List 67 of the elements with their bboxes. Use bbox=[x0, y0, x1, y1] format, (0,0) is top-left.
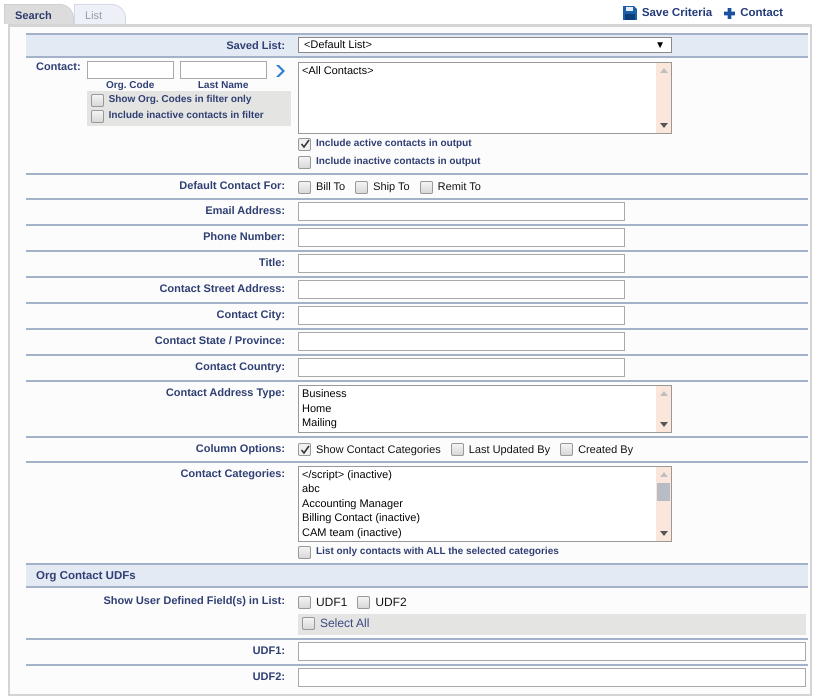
field-label: Contact State / Province: bbox=[154, 334, 285, 349]
checkbox[interactable]: Include active contacts in output bbox=[298, 136, 472, 152]
toolbar-link[interactable]: Save Criteria bbox=[622, 6, 712, 20]
field-label: UDF1: bbox=[252, 644, 285, 658]
chevron-right-icon[interactable] bbox=[274, 65, 285, 77]
checkbox[interactable]: Show Org. Codes in filter only bbox=[90, 92, 291, 108]
checkmark-icon bbox=[300, 444, 310, 454]
checkbox[interactable]: Include inactive contacts in filter bbox=[90, 108, 291, 124]
section-title: Org Contact UDFs bbox=[36, 570, 136, 582]
field-label: Column Options: bbox=[194, 442, 285, 456]
checkbox[interactable]: Remit To bbox=[420, 179, 481, 195]
input-field[interactable] bbox=[86, 61, 174, 79]
field-label: Contact City: bbox=[216, 308, 285, 323]
saved-list-dropdown[interactable]: <Default List> ▼ bbox=[298, 37, 672, 53]
input-field[interactable] bbox=[298, 332, 625, 351]
scrollbar[interactable] bbox=[656, 386, 671, 432]
checkbox[interactable]: Show Contact Categories bbox=[298, 442, 441, 458]
checkbox[interactable]: Include inactive contacts in output bbox=[298, 154, 480, 170]
input-field[interactable] bbox=[298, 202, 625, 221]
checkbox[interactable]: Select All bbox=[302, 615, 370, 631]
field-caption: Last Name bbox=[198, 80, 248, 91]
toolbar-link[interactable]: Contact bbox=[724, 6, 783, 20]
input-field[interactable] bbox=[298, 254, 625, 273]
input-field[interactable] bbox=[298, 280, 625, 299]
field-label: Show User Defined Field(s) in List: bbox=[102, 594, 285, 609]
checkbox[interactable]: Created By bbox=[560, 442, 634, 458]
checkbox[interactable]: UDF2 bbox=[357, 594, 407, 610]
checkmark-icon bbox=[300, 139, 310, 149]
list-item[interactable]: Home bbox=[302, 402, 347, 416]
scrollbar[interactable] bbox=[656, 466, 671, 541]
input-field[interactable] bbox=[298, 228, 625, 247]
field-label: Contact Street Address: bbox=[158, 282, 285, 297]
field-label: Saved List: bbox=[225, 39, 285, 53]
input-field[interactable] bbox=[298, 358, 625, 377]
field-label: Phone Number: bbox=[202, 230, 285, 245]
input-field[interactable] bbox=[298, 306, 625, 325]
input-field[interactable] bbox=[298, 642, 806, 660]
tab[interactable]: Search bbox=[4, 4, 74, 24]
checkbox[interactable]: Ship To bbox=[355, 179, 410, 195]
list-item[interactable]: </script> (inactive) bbox=[302, 468, 420, 482]
checkbox[interactable]: Last Updated By bbox=[450, 442, 550, 458]
field-label: Email Address: bbox=[204, 204, 285, 219]
list-item[interactable]: Business bbox=[302, 387, 347, 402]
list-item[interactable]: Billing Contact (inactive) bbox=[302, 511, 420, 526]
field-label: UDF2: bbox=[252, 670, 285, 684]
list-item[interactable]: CAM team (inactive) bbox=[302, 526, 420, 540]
checkbox[interactable]: Bill To bbox=[298, 179, 346, 195]
input-field[interactable] bbox=[180, 61, 267, 79]
list-item[interactable]: Accounting Manager bbox=[302, 496, 420, 511]
listbox[interactable]: Business Home Mailing bbox=[298, 385, 672, 432]
field-label: Contact Categories: bbox=[179, 466, 285, 482]
list-item[interactable]: Mailing bbox=[302, 416, 347, 430]
list-item[interactable]: abc bbox=[302, 482, 420, 496]
field-label: Contact Country: bbox=[194, 360, 285, 375]
checkbox[interactable]: UDF1 bbox=[298, 594, 348, 610]
field-label: Contact Address Type: bbox=[164, 386, 285, 401]
listbox[interactable]: </script> (inactive) abc Accounting Manager Billing Contact (inactive) CAM team (inactive) bbox=[298, 466, 672, 542]
plus-icon bbox=[724, 8, 736, 18]
list-item[interactable]: <All Contacts> bbox=[302, 64, 374, 78]
scrollbar[interactable] bbox=[656, 63, 671, 133]
field-label: Contact: bbox=[36, 61, 81, 75]
field-label: Title: bbox=[258, 256, 285, 271]
checkbox[interactable]: List only contacts with ALL the selected categories bbox=[298, 544, 559, 560]
input-field[interactable] bbox=[298, 668, 806, 686]
contacts-listbox[interactable]: <All Contacts> bbox=[298, 62, 672, 134]
field-caption: Org. Code bbox=[106, 80, 154, 91]
field-label: Default Contact For: bbox=[178, 179, 285, 194]
